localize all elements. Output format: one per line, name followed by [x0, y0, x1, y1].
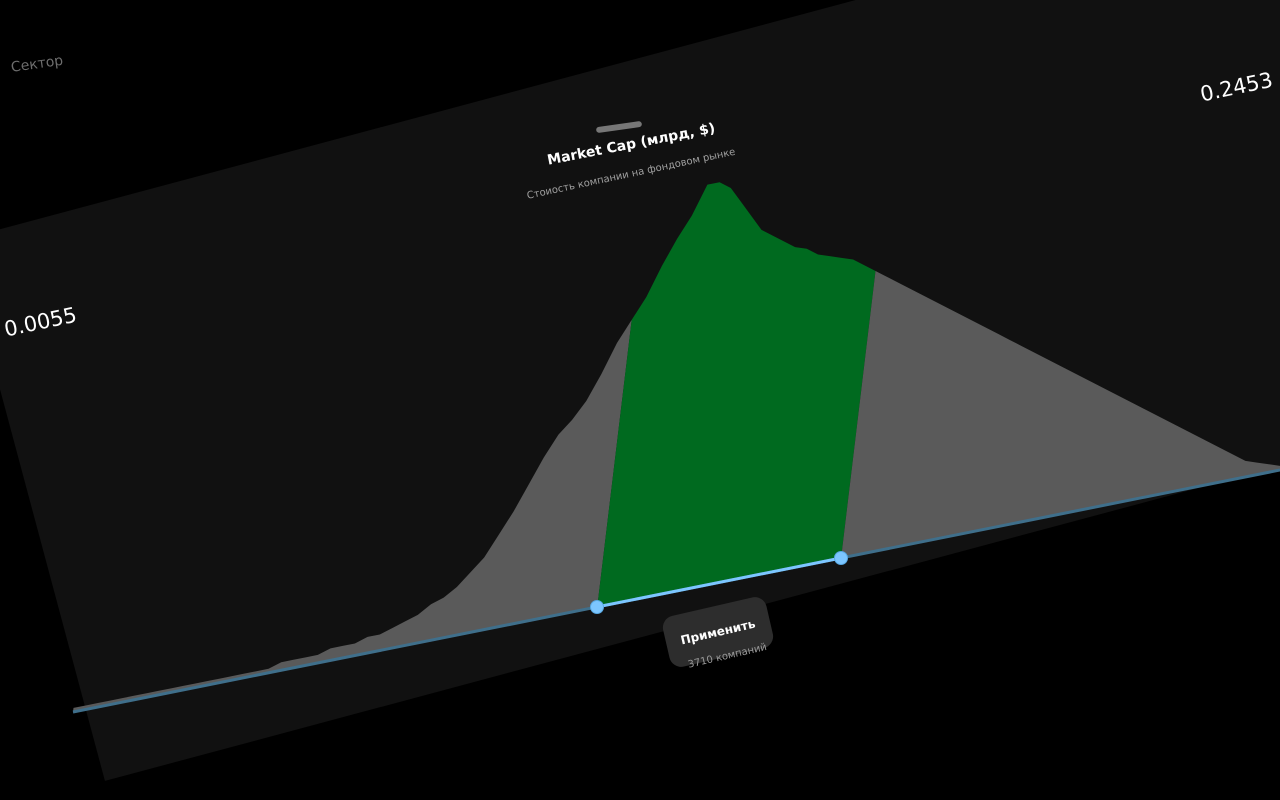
- histogram-unselected-left: [73, 319, 632, 712]
- screen: Сектор Market Cap (млрд, $) Стоиость ком…: [0, 0, 1280, 800]
- range-max-handle[interactable]: [834, 551, 849, 565]
- market-cap-histogram: [72, 182, 1280, 714]
- histogram-selected-range: [597, 182, 876, 607]
